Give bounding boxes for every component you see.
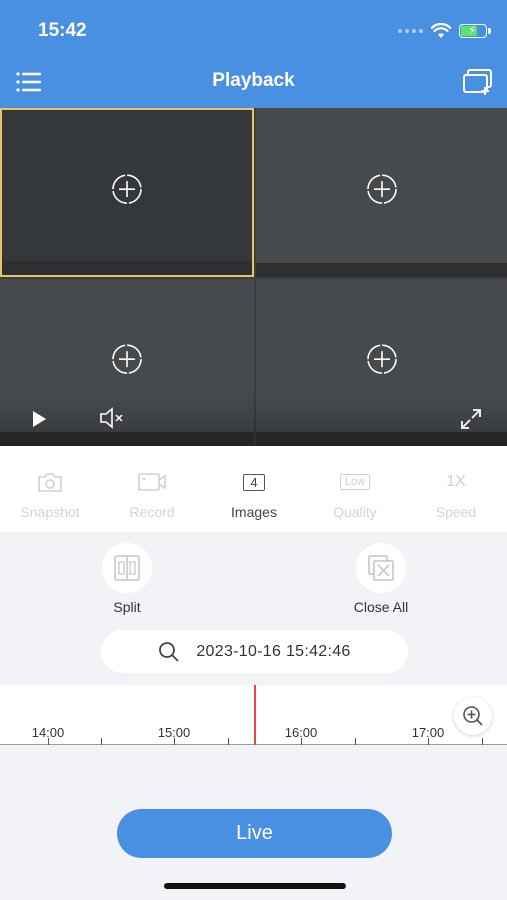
quality-label: Quality: [333, 504, 377, 520]
speed-button[interactable]: 1X Speed: [411, 468, 501, 520]
video-grid: [0, 108, 507, 446]
split-icon: [114, 555, 140, 581]
search-icon: [159, 641, 179, 662]
zoom-in-button[interactable]: [454, 697, 492, 735]
images-label: Images: [231, 504, 277, 520]
fullscreen-icon[interactable]: [460, 408, 482, 430]
images-button[interactable]: 4 Images: [209, 468, 299, 520]
timeline-label: 17:00: [411, 725, 445, 740]
images-count-badge: 4: [243, 473, 265, 491]
timeline-scrubber[interactable]: 14:00 15:00 16:00 17:00: [0, 685, 507, 745]
date-search-button[interactable]: 2023-10-16 15:42:46: [101, 630, 408, 673]
close-all-button[interactable]: Close All: [331, 543, 431, 615]
home-indicator: [164, 883, 346, 889]
quality-value-badge: Low: [339, 474, 371, 490]
snapshot-button[interactable]: Snapshot: [5, 468, 95, 520]
camera-icon: [38, 473, 62, 492]
speed-value: 1X: [446, 473, 466, 490]
timeline-cursor[interactable]: [254, 685, 256, 745]
speed-label: Speed: [435, 504, 477, 520]
status-time: 15:42: [38, 20, 87, 41]
record-label: Record: [129, 504, 175, 520]
video-cell-2[interactable]: [256, 108, 507, 277]
add-window-icon[interactable]: [463, 68, 493, 96]
timeline-label: 16:00: [284, 725, 318, 740]
battery-charging-icon: ⚡: [459, 23, 491, 38]
video-cell-1[interactable]: [0, 108, 254, 277]
close-all-icon: [368, 555, 394, 581]
add-camera-icon[interactable]: [366, 173, 398, 205]
record-button[interactable]: Record: [107, 468, 197, 520]
zoom-in-icon: [463, 706, 483, 726]
timeline-label: 14:00: [31, 725, 65, 740]
video-record-icon: [138, 473, 166, 491]
close-all-label: Close All: [353, 599, 409, 615]
playback-toolbar: Snapshot Record 4 Images Low Quality 1X …: [0, 446, 507, 532]
search-datetime: 2023-10-16 15:42:46: [196, 642, 351, 660]
status-indicators: ⚡: [398, 20, 491, 42]
split-label: Split: [113, 599, 141, 615]
timeline-label: 15:00: [157, 725, 191, 740]
add-camera-icon[interactable]: [111, 343, 143, 375]
quality-button[interactable]: Low Quality: [310, 468, 400, 520]
page-title: Playback: [212, 70, 295, 91]
wifi-icon: [431, 23, 451, 38]
add-camera-icon[interactable]: [111, 173, 143, 205]
play-icon[interactable]: [30, 410, 48, 428]
split-button[interactable]: Split: [77, 543, 177, 615]
app-header: 15:42 ⚡ Playback: [0, 0, 507, 108]
cellular-signal-icon: [398, 29, 423, 33]
snapshot-label: Snapshot: [20, 504, 80, 520]
add-camera-icon[interactable]: [366, 343, 398, 375]
live-button[interactable]: Live: [117, 809, 392, 858]
mute-icon[interactable]: [99, 407, 125, 429]
